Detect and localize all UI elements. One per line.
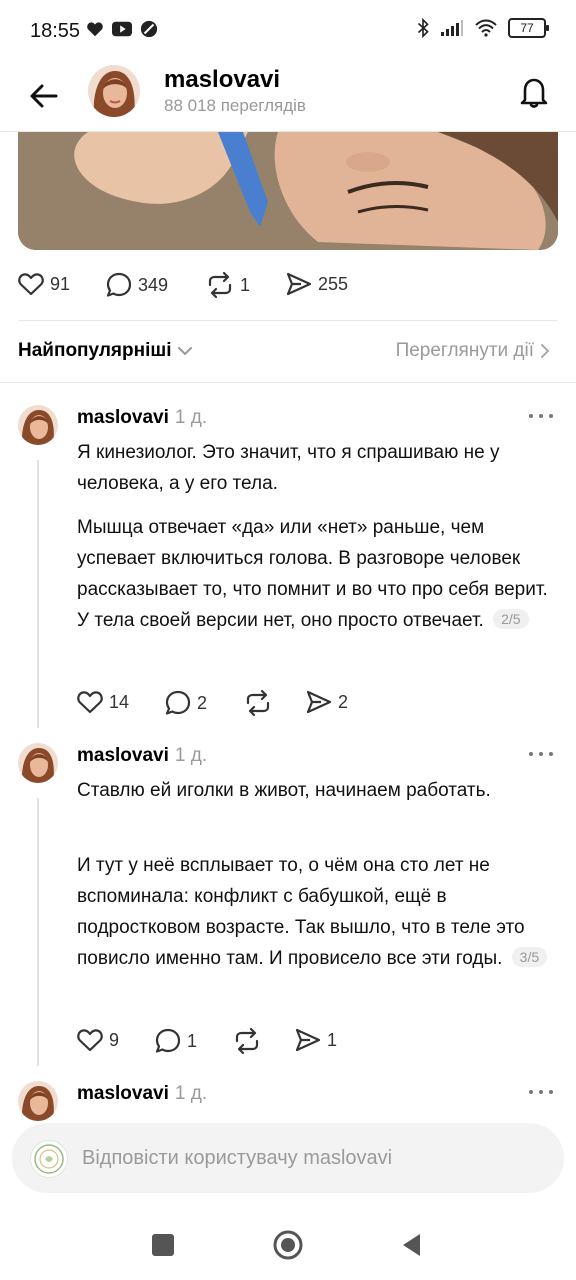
comment-bubble-icon	[106, 272, 132, 297]
divider	[0, 382, 576, 383]
comment-share-count: 2	[338, 691, 349, 712]
repost-icon	[246, 690, 270, 716]
chevron-right-icon	[541, 344, 550, 358]
view-activity-label: Переглянути дії	[395, 340, 534, 361]
comment-repost-button[interactable]	[244, 690, 272, 716]
reply-input[interactable]: Відповісти користувачу maslovavi	[12, 1123, 564, 1193]
repost-icon	[208, 272, 232, 298]
comment-age: 1 д.	[174, 407, 208, 428]
thread-line	[37, 798, 39, 1066]
comment-age: 1 д.	[174, 1083, 208, 1104]
send-icon	[295, 1028, 321, 1052]
page-indicator: 3/5	[511, 947, 548, 967]
no-disturb-icon	[140, 20, 158, 38]
reply-placeholder: Відповісти користувачу maslovavi	[82, 1147, 393, 1169]
bluetooth-icon	[417, 18, 429, 38]
more-options-icon[interactable]	[529, 1088, 555, 1096]
back-arrow-icon[interactable]	[26, 78, 62, 114]
comment-author[interactable]: maslovavi 1 д.	[77, 745, 207, 767]
status-time: 18:55	[30, 20, 81, 42]
top-bar: maslovavi 88 018 переглядів	[0, 64, 576, 132]
comment-reply-count: 1	[187, 1030, 198, 1051]
chevron-down-icon	[178, 347, 193, 356]
comment-reply-button[interactable]: 2	[165, 690, 207, 716]
comment-bubble-icon	[155, 1028, 181, 1053]
wifi-icon	[475, 19, 497, 37]
battery-icon: 77	[508, 18, 549, 38]
comment-paragraph: И тут у неё всплывает то, о чём она сто …	[77, 850, 561, 974]
views-count: 88 018 переглядів	[164, 96, 306, 115]
avatar[interactable]	[18, 1081, 58, 1121]
comment-repost-button[interactable]	[233, 1028, 261, 1054]
heart-filled-icon	[87, 22, 103, 37]
profile-username[interactable]: maslovavi	[164, 66, 280, 94]
comment-reply-button[interactable]: 1	[155, 1028, 197, 1054]
comment-like-count: 9	[109, 1029, 120, 1050]
post-comment-count: 349	[138, 274, 169, 295]
post-like-count: 91	[50, 273, 71, 294]
page-indicator: 2/5	[493, 609, 529, 629]
comment-author[interactable]: maslovavi 1 д.	[77, 407, 207, 429]
comment-paragraph: Ставлю ей иголки в живот, начинаем работ…	[77, 780, 491, 801]
heart-icon	[77, 691, 103, 714]
comment-bubble-icon	[165, 690, 191, 715]
signal-icon	[441, 20, 463, 36]
post-share-count: 255	[318, 273, 349, 294]
comment-share-button[interactable]: 2	[306, 690, 348, 714]
divider	[18, 320, 558, 321]
avatar[interactable]	[18, 405, 58, 445]
thread-line	[37, 460, 39, 728]
back-icon[interactable]	[400, 1232, 422, 1258]
send-icon	[306, 690, 332, 714]
status-bar: 18:55 77	[0, 0, 576, 64]
recent-apps-icon[interactable]	[152, 1234, 174, 1256]
comment-like-button[interactable]: 14	[77, 690, 129, 714]
avatar[interactable]	[18, 743, 58, 783]
post-share-button[interactable]: 255	[286, 272, 348, 296]
repost-icon	[235, 1028, 259, 1054]
heart-icon	[77, 1029, 103, 1052]
post-comment-button[interactable]: 349	[106, 272, 168, 298]
comment-share-button[interactable]: 1	[295, 1028, 337, 1052]
comment-like-button[interactable]: 9	[77, 1028, 119, 1052]
youtube-icon	[112, 21, 132, 37]
sort-label: Найпопулярніші	[18, 340, 172, 361]
post-repost-button[interactable]: 1	[206, 272, 250, 298]
system-nav-bar	[0, 1196, 576, 1280]
more-options-icon[interactable]	[529, 750, 555, 758]
comment-share-count: 1	[327, 1029, 338, 1050]
comment-paragraph: Мышца отвечает «да» или «нет» раньше, че…	[77, 517, 548, 631]
post-like-button[interactable]: 91	[18, 272, 70, 296]
view-activity-link[interactable]: Переглянути дії	[396, 340, 550, 362]
comment-age: 1 д.	[174, 745, 208, 766]
comment-like-count: 14	[109, 691, 130, 712]
comment-author[interactable]: maslovavi 1 д.	[77, 1083, 207, 1105]
sort-dropdown[interactable]: Найпопулярніші	[18, 340, 193, 362]
comment-reply-count: 2	[197, 692, 208, 713]
heart-icon	[18, 273, 44, 296]
send-icon	[286, 272, 312, 296]
user-avatar	[30, 1140, 68, 1178]
post-image[interactable]	[18, 132, 558, 250]
profile-avatar[interactable]	[88, 65, 140, 117]
comment-paragraph: Я кинезиолог. Это значит, что я спрашива…	[77, 442, 500, 494]
home-icon[interactable]	[272, 1229, 304, 1261]
bell-icon[interactable]	[516, 74, 552, 110]
more-options-icon[interactable]	[529, 412, 555, 420]
post-repost-count: 1	[240, 274, 251, 295]
